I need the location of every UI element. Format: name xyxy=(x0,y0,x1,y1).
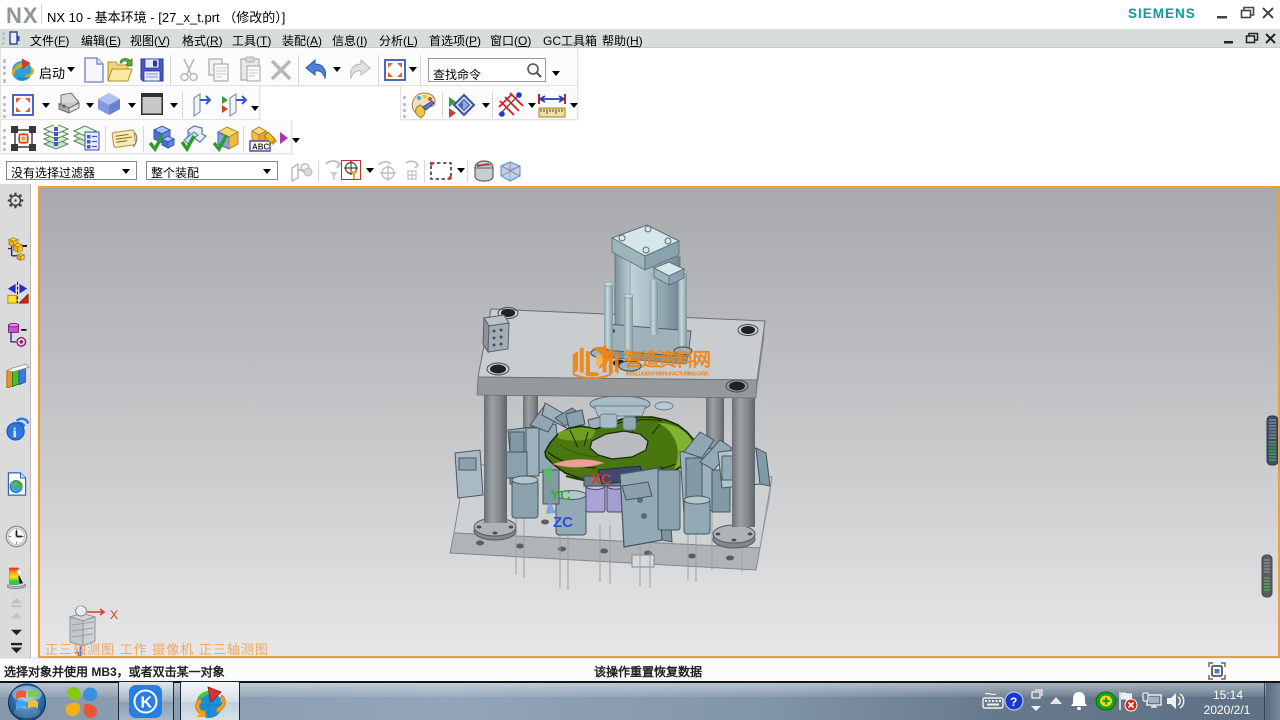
svg-text:i: i xyxy=(13,425,17,440)
svg-text:ZC: ZC xyxy=(553,514,573,531)
svg-text:YC: YC xyxy=(550,487,571,504)
svg-text:INTELLIGENT MANUFACTURING DATA: INTELLIGENT MANUFACTURING DATA xyxy=(626,372,710,378)
svg-text:ABC: ABC xyxy=(252,143,270,152)
svg-text:XC: XC xyxy=(591,471,612,488)
svg-text:?: ? xyxy=(1010,695,1017,709)
svg-text:智造资料网: 智造资料网 xyxy=(624,349,711,370)
svg-text:K: K xyxy=(141,695,153,712)
svg-text:X: X xyxy=(110,608,118,622)
